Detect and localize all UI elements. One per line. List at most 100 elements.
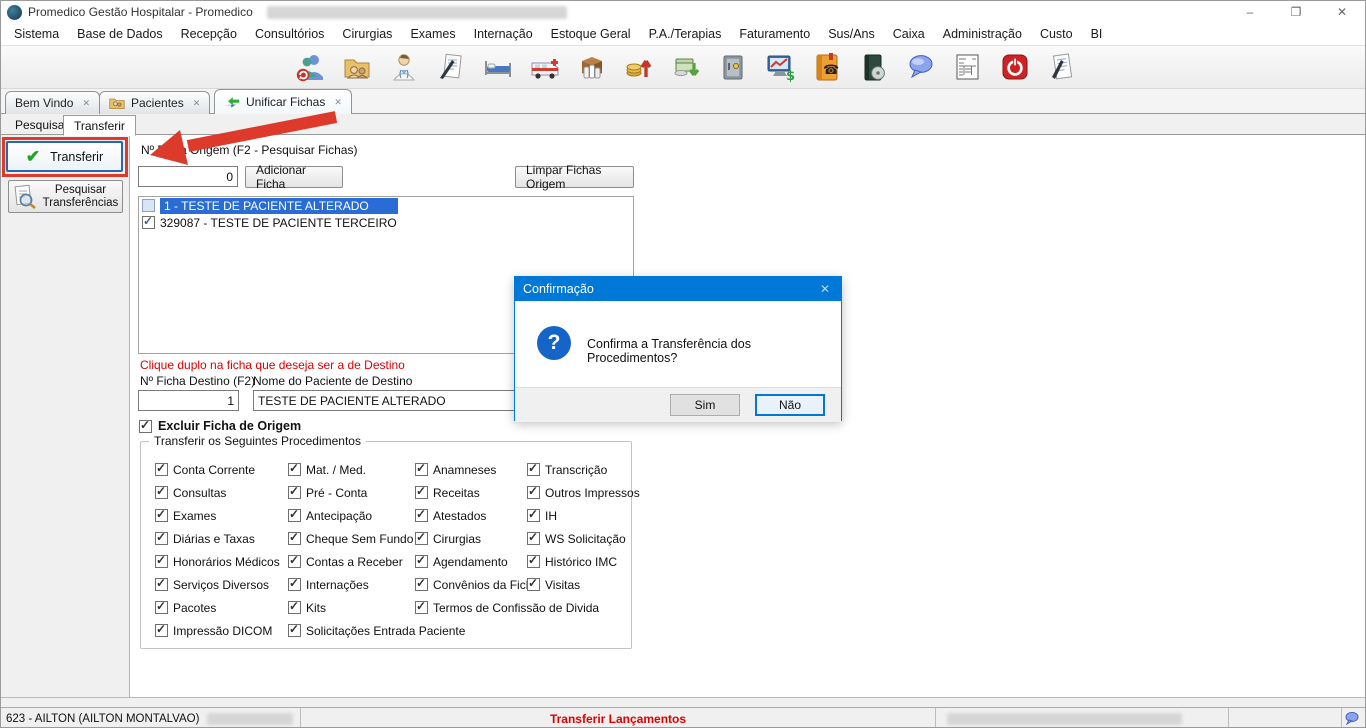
procedure-checkbox[interactable]: Atestados	[415, 504, 527, 527]
power-off-icon[interactable]	[998, 49, 1032, 85]
procedure-checkbox[interactable]: Pré - Conta	[288, 481, 415, 504]
item-checkbox[interactable]	[142, 199, 155, 212]
menu-consultorios[interactable]: Consultórios	[246, 25, 333, 43]
menu-cirurgias[interactable]: Cirurgias	[333, 25, 401, 43]
restore-button[interactable]: ❐	[1273, 1, 1319, 23]
phone-book-icon[interactable]: ☎	[810, 49, 844, 85]
excluir-ficha-label: Excluir Ficha de Origem	[158, 419, 301, 433]
billing-increase-icon[interactable]	[622, 49, 656, 85]
procedure-checkbox[interactable]: Mat. / Med.	[288, 458, 415, 481]
procedure-checkbox[interactable]: Cirurgias	[415, 527, 527, 550]
menu-caixa[interactable]: Caixa	[884, 25, 934, 43]
excluir-ficha-checkbox[interactable]: Excluir Ficha de Origem	[139, 419, 301, 433]
menu-bi[interactable]: BI	[1082, 25, 1112, 43]
subtab-transferir[interactable]: Transferir	[63, 115, 136, 136]
limpar-fichas-origem-button[interactable]: Limpar Fichas Origem	[515, 166, 634, 188]
menu-estoque-geral[interactable]: Estoque Geral	[542, 25, 640, 43]
tab-close-icon[interactable]: ✕	[193, 98, 201, 109]
redacted-status-text	[207, 713, 293, 725]
minimize-button[interactable]: –	[1227, 1, 1273, 23]
medical-record-icon[interactable]	[434, 49, 468, 85]
menu-custo[interactable]: Custo	[1031, 25, 1082, 43]
invoice-icon[interactable]	[951, 49, 985, 85]
procedure-checkbox[interactable]: Convênios da Ficha	[415, 573, 527, 596]
payments-received-icon[interactable]	[669, 49, 703, 85]
chat-icon[interactable]	[904, 49, 938, 85]
statusbar-chat-icon[interactable]	[1344, 710, 1360, 728]
stock-supplies-icon[interactable]	[575, 49, 609, 85]
list-item[interactable]: 1 - TESTE DE PACIENTE ALTERADO	[139, 197, 633, 214]
list-item[interactable]: 329087 - TESTE DE PACIENTE TERCEIRO	[139, 214, 633, 231]
sync-patients-icon[interactable]	[293, 49, 327, 85]
tab-label: Unificar Fichas	[246, 95, 325, 109]
dialog-title: Confirmação	[523, 282, 594, 296]
destino-number-input[interactable]	[138, 390, 239, 411]
procedure-checkbox[interactable]: IH	[527, 504, 640, 527]
bottom-gap	[1, 698, 1365, 707]
manual-book-icon[interactable]	[857, 49, 891, 85]
tab-bem-vindo[interactable]: Bem Vindo ✕	[5, 91, 100, 114]
menu-internacao[interactable]: Internação	[465, 25, 542, 43]
pesquisar-transferencias-button[interactable]: PesquisarTransferências	[8, 180, 123, 213]
menu-sistema[interactable]: Sistema	[5, 25, 68, 43]
procedure-checkbox[interactable]: Exames	[155, 504, 288, 527]
procedure-checkbox[interactable]: Contas a Receber	[288, 550, 415, 573]
menu-pa-terapias[interactable]: P.A./Terapias	[640, 25, 731, 43]
procedure-checkbox[interactable]: Agendamento	[415, 550, 527, 573]
tab-pacientes[interactable]: Pacientes ✕	[99, 91, 210, 114]
procedure-checkbox[interactable]: Serviços Diversos	[155, 573, 288, 596]
question-icon: ?	[537, 326, 571, 360]
close-button[interactable]: ✕	[1319, 1, 1365, 23]
procedure-checkbox[interactable]: Anamneses	[415, 458, 527, 481]
financial-dashboard-icon[interactable]: $	[763, 49, 797, 85]
nao-button[interactable]: Não	[755, 394, 825, 416]
app-logo-icon	[7, 5, 22, 20]
procedure-checkbox[interactable]: Consultas	[155, 481, 288, 504]
menu-sus-ans[interactable]: Sus/Ans	[819, 25, 884, 43]
prescription-icon[interactable]	[1045, 49, 1079, 85]
menu-administracao[interactable]: Administração	[934, 25, 1031, 43]
title-bar: Promedico Gestão Hospitalar - Promedico …	[1, 1, 1365, 23]
hospital-bed-icon[interactable]	[481, 49, 515, 85]
adicionar-ficha-button[interactable]: Adicionar Ficha	[245, 166, 343, 188]
procedure-checkbox[interactable]: Impressão DICOM	[155, 619, 288, 642]
procedure-checkbox[interactable]: Cheque Sem Fundo	[288, 527, 415, 550]
redacted-datetime	[947, 713, 1182, 725]
origem-number-input[interactable]	[138, 166, 238, 187]
svg-text:☎: ☎	[823, 63, 839, 78]
dialog-title-bar[interactable]: Confirmação ✕	[515, 277, 841, 301]
tab-close-icon[interactable]: ✕	[334, 97, 342, 108]
tab-close-icon[interactable]: ✕	[82, 98, 90, 109]
procedure-checkbox[interactable]: Termos de Confissão de Divida	[415, 596, 640, 619]
patients-folder-icon[interactable]	[340, 49, 374, 85]
procedure-checkbox[interactable]: Kits	[288, 596, 415, 619]
procedure-checkbox[interactable]: Conta Corrente	[155, 458, 288, 481]
procedure-checkbox[interactable]: Diárias e Taxas	[155, 527, 288, 550]
procedure-checkbox[interactable]: WS Solicitação	[527, 527, 640, 550]
statusbar-user: 623 - AILTON (AILTON MONTALVAO)	[6, 713, 199, 725]
ambulance-icon[interactable]	[528, 49, 562, 85]
transferir-button[interactable]: ✔ Transferir	[6, 141, 123, 172]
menu-recepcao[interactable]: Recepção	[172, 25, 246, 43]
procedure-checkbox[interactable]: Visitas	[527, 573, 640, 596]
checkbox-icon	[139, 420, 152, 433]
procedure-checkbox[interactable]: Antecipação	[288, 504, 415, 527]
menu-faturamento[interactable]: Faturamento	[730, 25, 819, 43]
safe-icon[interactable]	[716, 49, 750, 85]
procedure-checkbox[interactable]: Internações	[288, 573, 415, 596]
item-checkbox[interactable]	[142, 216, 155, 229]
procedure-checkbox[interactable]: Pacotes	[155, 596, 288, 619]
sim-button[interactable]: Sim	[670, 394, 740, 416]
procedure-checkbox[interactable]: Honorários Médicos	[155, 550, 288, 573]
procedure-checkbox[interactable]: Outros Impressos	[527, 481, 640, 504]
procedure-checkbox[interactable]: Histórico IMC	[527, 550, 640, 573]
procedure-checkbox[interactable]: Transcrição	[527, 458, 640, 481]
origem-label: Nº Ficha Origem (F2 - Pesquisar Fichas)	[141, 143, 357, 157]
procedure-checkbox[interactable]: Solicitações Entrada Paciente	[288, 619, 527, 642]
dialog-close-icon[interactable]: ✕	[809, 282, 841, 296]
menu-exames[interactable]: Exames	[401, 25, 464, 43]
doctor-icon[interactable]	[387, 49, 421, 85]
menu-base-de-dados[interactable]: Base de Dados	[68, 25, 171, 43]
tab-unificar-fichas[interactable]: Unificar Fichas ✕	[214, 89, 352, 114]
procedure-checkbox[interactable]: Receitas	[415, 481, 527, 504]
